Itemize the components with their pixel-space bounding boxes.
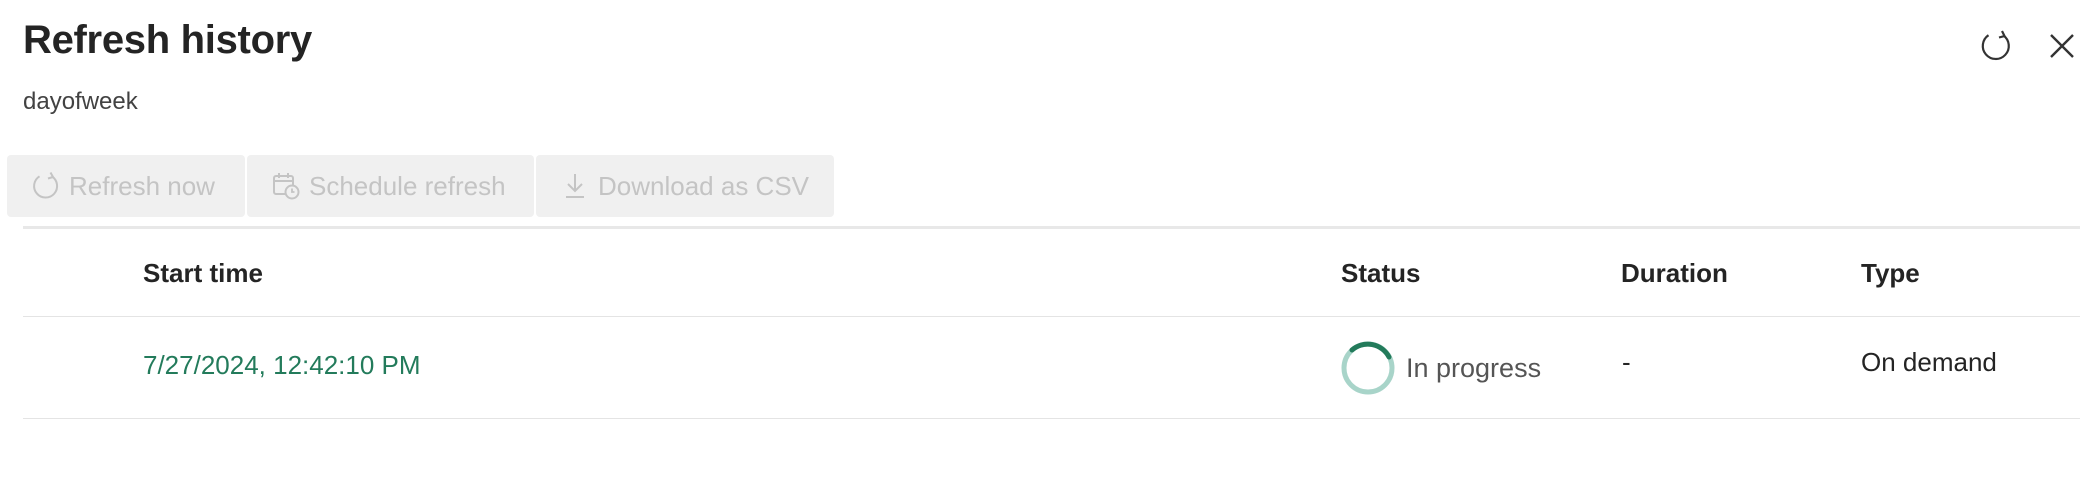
- panel-title: Refresh history: [23, 18, 312, 62]
- refresh-button[interactable]: [1976, 26, 2016, 66]
- toolbar-divider: [23, 226, 2080, 229]
- duration-value: -: [1622, 347, 1631, 377]
- status-text: In progress: [1406, 352, 1542, 383]
- status-cell: In progress: [1340, 340, 1541, 396]
- refresh-now-button[interactable]: Refresh now: [7, 155, 245, 217]
- refresh-icon: [31, 171, 61, 201]
- refresh-icon: [1981, 30, 2010, 61]
- column-header-status[interactable]: Status: [1341, 258, 1420, 289]
- close-icon: [2050, 34, 2074, 58]
- row-divider: [23, 418, 2080, 419]
- download-csv-button[interactable]: Download as CSV: [536, 155, 834, 217]
- schedule-refresh-button[interactable]: Schedule refresh: [247, 155, 534, 217]
- spinner-icon: [1341, 341, 1395, 395]
- column-header-start-time[interactable]: Start time: [143, 258, 263, 289]
- header-divider: [23, 316, 2080, 317]
- dataset-name: dayofweek: [23, 88, 138, 115]
- start-time-link[interactable]: 7/27/2024, 12:42:10 PM: [143, 350, 421, 381]
- type-value: On demand: [1861, 347, 1997, 377]
- schedule-refresh-label: Schedule refresh: [309, 170, 506, 201]
- refresh-now-label: Refresh now: [69, 170, 215, 201]
- calendar-clock-icon: [271, 171, 301, 201]
- toolbar: Refresh now Schedule refresh Download as…: [7, 155, 834, 217]
- column-header-type[interactable]: Type: [1861, 258, 1920, 289]
- close-button[interactable]: [2042, 26, 2082, 66]
- column-header-duration[interactable]: Duration: [1621, 258, 1728, 289]
- download-icon: [560, 171, 590, 201]
- download-csv-label: Download as CSV: [598, 170, 809, 201]
